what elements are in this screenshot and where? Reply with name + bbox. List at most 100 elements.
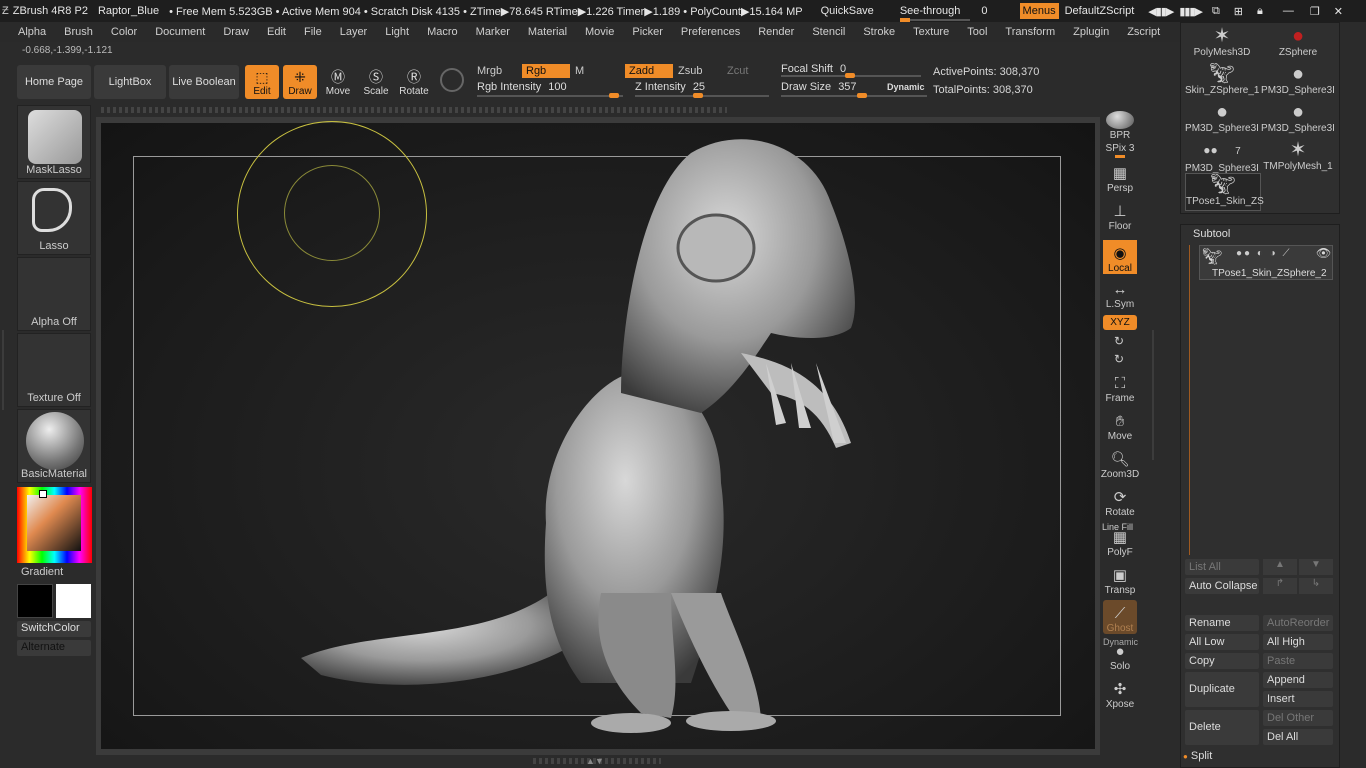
del-other-button[interactable]: Del Other bbox=[1263, 710, 1333, 726]
secondary-color-swatch[interactable] bbox=[56, 584, 91, 618]
bottom-shelf-expand-icon[interactable]: ▲▼ bbox=[586, 756, 604, 766]
arrow-down-icon[interactable]: ↳ bbox=[1299, 578, 1333, 594]
append-button[interactable]: Append bbox=[1263, 672, 1333, 688]
tool-item-zsphere[interactable]: ● ZSphere bbox=[1261, 25, 1335, 61]
dynamic-toggle[interactable]: Dynamic bbox=[887, 82, 925, 92]
switch-color-button[interactable]: SwitchColor bbox=[17, 621, 91, 637]
move-button[interactable]: Ⓜ Move bbox=[321, 65, 355, 99]
polyf-button[interactable]: ▦ PolyF bbox=[1103, 524, 1137, 559]
m-button[interactable]: M bbox=[571, 64, 588, 78]
tool-item-tpose-skin[interactable]: 🦖︎ TPose1_Skin_ZS bbox=[1185, 173, 1264, 211]
menu-picker[interactable]: Picker bbox=[632, 26, 663, 38]
zcut-button[interactable]: Zcut bbox=[723, 64, 752, 78]
xyz-button[interactable]: XYZ bbox=[1103, 315, 1137, 330]
lightbox-button[interactable]: LightBox bbox=[94, 65, 166, 99]
menu-stroke[interactable]: Stroke bbox=[863, 26, 895, 38]
palette-icon[interactable]: ⧉ bbox=[1212, 5, 1220, 18]
rotate-z-icon[interactable]: ↻ bbox=[1114, 352, 1124, 366]
persp-button[interactable]: ▦ Persp bbox=[1103, 160, 1137, 195]
move-view-button[interactable]: ✋︎ Move bbox=[1103, 408, 1137, 443]
menus-toggle[interactable]: Menus bbox=[1019, 3, 1059, 19]
alternate-button[interactable]: Alternate bbox=[17, 640, 91, 656]
delete-button[interactable]: Delete bbox=[1185, 710, 1259, 745]
color-picker[interactable] bbox=[17, 487, 92, 563]
menu-alpha[interactable]: Alpha bbox=[18, 26, 46, 38]
subtool-item[interactable]: 🦖︎ ●● ◐ ◑ ⟋ 👁︎ TPose1_Skin_ZSphere_2 bbox=[1199, 245, 1333, 280]
quicksave-button[interactable]: QuickSave bbox=[821, 5, 874, 17]
layout-icon[interactable]: ◀▮▮▶ bbox=[1148, 5, 1174, 18]
transp-button[interactable]: ▣ Transp bbox=[1103, 562, 1137, 597]
menu-macro[interactable]: Macro bbox=[427, 26, 458, 38]
brush-masklasso[interactable]: MaskLasso bbox=[17, 105, 91, 179]
right-shelf-collapse-icon[interactable] bbox=[1146, 330, 1154, 460]
menu-stencil[interactable]: Stencil bbox=[812, 26, 845, 38]
viewport-canvas[interactable] bbox=[101, 121, 1095, 749]
menu-transform[interactable]: Transform bbox=[1005, 26, 1055, 38]
menu-draw[interactable]: Draw bbox=[223, 26, 249, 38]
floor-button[interactable]: ⊥ Floor bbox=[1103, 198, 1137, 233]
move-up-icon[interactable]: ▲ bbox=[1263, 559, 1297, 575]
arrow-up-icon[interactable]: ↱ bbox=[1263, 578, 1297, 594]
subtool-toggle-icons[interactable]: ●● ◐ ◑ ⟋ bbox=[1236, 248, 1292, 259]
eye-icon[interactable]: 👁︎ bbox=[1316, 246, 1331, 260]
tool-item-pm3d-sphere[interactable]: ● PM3D_Sphere3I bbox=[1185, 101, 1259, 137]
rotate-y-icon[interactable]: ↻ bbox=[1114, 334, 1124, 348]
del-all-button[interactable]: Del All bbox=[1263, 729, 1333, 745]
draw-size-slider[interactable]: Draw Size 357 Dynamic bbox=[781, 81, 927, 98]
menu-color[interactable]: Color bbox=[111, 26, 137, 38]
zoom3d-button[interactable]: 🔍︎ Zoom3D bbox=[1101, 446, 1139, 481]
menu-zplugin[interactable]: Zplugin bbox=[1073, 26, 1109, 38]
xpose-button[interactable]: ✣ Xpose bbox=[1103, 676, 1137, 711]
spix-slider[interactable]: SPix 3 bbox=[1103, 143, 1137, 159]
lsym-button[interactable]: ↔ L.Sym bbox=[1103, 276, 1137, 311]
ghost-button[interactable]: ⟋ Ghost bbox=[1103, 600, 1137, 634]
default-zscript-button[interactable]: DefaultZScript bbox=[1065, 5, 1135, 17]
home-page-button[interactable]: Home Page bbox=[17, 65, 91, 99]
all-high-button[interactable]: All High bbox=[1263, 634, 1333, 650]
primary-color-swatch[interactable] bbox=[17, 584, 53, 618]
menu-tool[interactable]: Tool bbox=[967, 26, 987, 38]
left-shelf-collapse-icon[interactable] bbox=[2, 330, 12, 410]
rgb-button[interactable]: Rgb bbox=[522, 64, 570, 78]
autoreorder-button[interactable]: AutoReorder bbox=[1263, 615, 1333, 631]
frame-button[interactable]: ⛶ Frame bbox=[1103, 370, 1137, 405]
menu-document[interactable]: Document bbox=[155, 26, 205, 38]
zsub-button[interactable]: Zsub bbox=[674, 64, 706, 78]
layout-icon-2[interactable]: ▮▮▮▶ bbox=[1179, 5, 1203, 18]
tool-item-pm3d-sphere[interactable]: ● PM3D_Sphere3I bbox=[1261, 63, 1335, 99]
menu-texture[interactable]: Texture bbox=[913, 26, 949, 38]
texture-slot[interactable]: Texture Off bbox=[17, 333, 91, 407]
menu-marker[interactable]: Marker bbox=[476, 26, 510, 38]
z-intensity-slider[interactable]: Z Intensity 25 bbox=[635, 81, 769, 98]
mrgb-button[interactable]: Mrgb bbox=[473, 64, 506, 78]
insert-button[interactable]: Insert bbox=[1263, 691, 1333, 707]
menu-material[interactable]: Material bbox=[528, 26, 567, 38]
menu-brush[interactable]: Brush bbox=[64, 26, 93, 38]
canvas-top-scrollbar[interactable] bbox=[101, 107, 727, 113]
menu-preferences[interactable]: Preferences bbox=[681, 26, 740, 38]
restore-icon[interactable]: ❐ bbox=[1310, 5, 1320, 18]
focal-shift-slider[interactable]: Focal Shift 0 bbox=[781, 63, 921, 79]
move-down-icon[interactable]: ▼ bbox=[1299, 559, 1333, 575]
duplicate-button[interactable]: Duplicate bbox=[1185, 672, 1259, 707]
edit-button[interactable]: ⬚ Edit bbox=[245, 65, 279, 99]
subtool-title[interactable]: Subtool bbox=[1193, 228, 1230, 240]
alpha-slot[interactable]: Alpha Off bbox=[17, 257, 91, 331]
zadd-button[interactable]: Zadd bbox=[625, 64, 673, 78]
solo-button[interactable]: ● Solo bbox=[1103, 638, 1137, 673]
rename-button[interactable]: Rename bbox=[1185, 615, 1259, 631]
close-icon[interactable]: ✕ bbox=[1334, 5, 1343, 18]
rgb-intensity-slider[interactable]: Rgb Intensity 100 bbox=[477, 81, 623, 98]
menu-light[interactable]: Light bbox=[385, 26, 409, 38]
tool-item-skin-zsphere[interactable]: 🦖︎ Skin_ZSphere_1 bbox=[1185, 63, 1260, 99]
tool-item-polymesh3d[interactable]: ✶ PolyMesh3D bbox=[1185, 25, 1259, 61]
lock-icon[interactable]: 🔒︎ bbox=[1257, 5, 1263, 18]
tool-item-pm3d-sphere[interactable]: ●● 7 PM3D_Sphere3I bbox=[1185, 139, 1259, 175]
menu-zscript[interactable]: Zscript bbox=[1127, 26, 1160, 38]
material-slot[interactable]: BasicMaterial bbox=[17, 409, 91, 483]
gizmo-icon[interactable] bbox=[440, 68, 464, 92]
bpr-button[interactable]: BPR bbox=[1103, 107, 1137, 141]
live-boolean-button[interactable]: Live Boolean bbox=[169, 65, 239, 99]
split-section-header[interactable]: ● Split bbox=[1183, 750, 1212, 762]
rotate-button[interactable]: Ⓡ Rotate bbox=[397, 65, 431, 99]
